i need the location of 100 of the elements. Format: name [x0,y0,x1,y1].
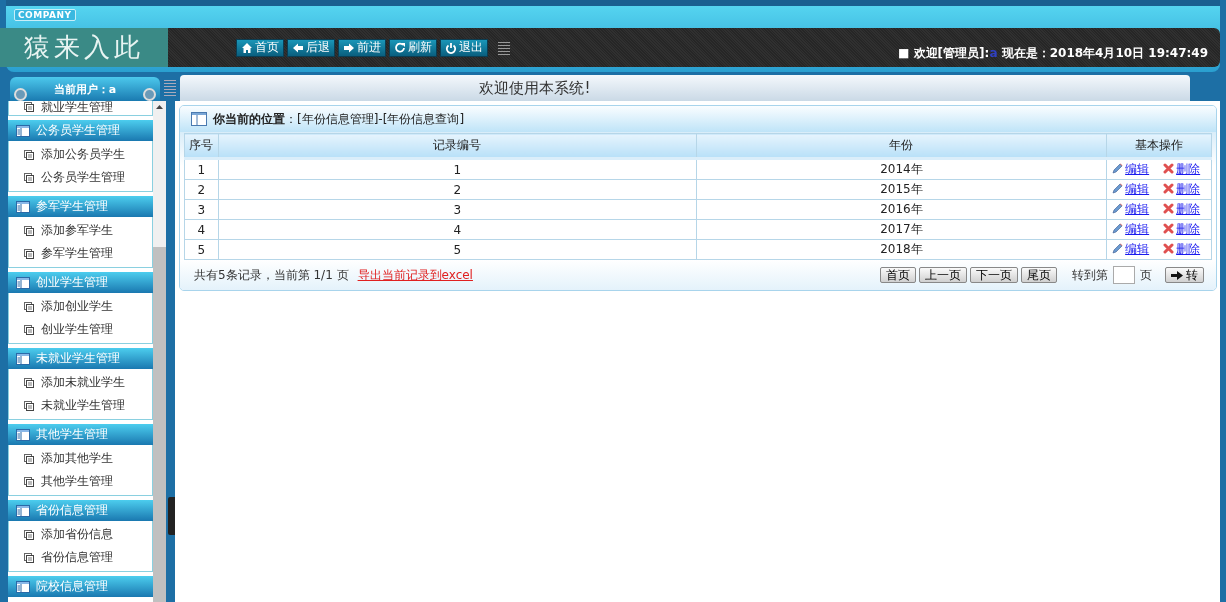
list-icon [16,428,30,441]
page-icon [24,301,34,312]
page-icon [24,377,34,388]
menu-item[interactable]: 公务员学生管理 [9,166,153,189]
pager-button[interactable]: 尾页 [1021,267,1057,283]
company-badge: COMPANY [14,9,76,21]
delete-link[interactable]: 删除 [1176,242,1201,256]
table-cell: 2018年 [696,239,1107,260]
list-icon [16,504,30,517]
menu-item[interactable]: 省份信息管理 [9,546,153,569]
table-cell: 4 [218,219,697,240]
table-cell: 4 [184,219,219,240]
column-header: 记录编号 [218,133,697,159]
page-icon [24,248,34,259]
breadcrumb: 你当前的位置：[年份信息管理]-[年份信息查询] [213,110,465,128]
menu-item[interactable]: 添加参军学生 [9,219,153,242]
arrow-right-icon [1171,270,1183,280]
table-cell: 5 [218,239,697,260]
home-icon [241,41,253,54]
delete-icon [1163,243,1175,254]
column-header: 序号 [184,133,219,159]
page-icon [24,552,34,563]
nav-button[interactable]: 退出 [440,38,488,57]
column-header: 年份 [696,133,1107,159]
page-icon [24,529,34,540]
table-cell: 5 [184,239,219,260]
menu-item[interactable]: 添加未就业学生 [9,371,153,394]
page-icon [24,476,34,487]
table-cell: 2 [184,179,219,200]
table-cell: 1 [184,158,219,180]
table-cell: 2 [218,179,697,200]
pencil-icon [1112,163,1124,174]
table-icon [191,112,207,126]
delete-link[interactable]: 删除 [1176,222,1201,236]
scrollbar[interactable] [153,101,167,602]
nav-button[interactable]: 后退 [287,38,335,57]
menu-item[interactable]: 添加省份信息 [9,523,153,546]
pencil-icon [1112,183,1124,194]
page-icon [24,453,34,464]
nav-button[interactable]: 刷新 [389,38,437,57]
delete-link[interactable]: 删除 [1176,202,1201,216]
arrow-right-icon [343,41,355,54]
edit-link[interactable]: 编辑 [1125,242,1156,256]
list-icon [16,276,30,289]
edit-link[interactable]: 编辑 [1125,202,1156,216]
menu-item[interactable]: 未就业学生管理 [9,394,153,417]
menu-item[interactable]: 创业学生管理 [9,318,153,341]
delete-icon [1163,223,1175,234]
page-input[interactable] [1113,266,1135,284]
delete-link[interactable]: 删除 [1176,182,1201,196]
menu-item[interactable]: 添加公务员学生 [9,143,153,166]
table-cell: 3 [218,199,697,220]
table-cell: 2014年 [696,158,1107,180]
delete-icon [1163,183,1175,194]
goto-label: 转到第 [1072,266,1108,284]
pager-button[interactable]: 首页 [880,267,916,283]
collapse-handle[interactable] [168,497,175,535]
page-unit: 页 [1140,266,1152,284]
refresh-icon [394,41,406,54]
list-icon [16,580,30,593]
welcome-text: ■ 欢迎[管理员]:a 现在是：2018年4月10日 19:47:49 [898,46,1208,60]
menu-item[interactable]: 添加创业学生 [9,295,153,318]
nav-button[interactable]: 首页 [236,38,284,57]
menu-item[interactable]: 参军学生管理 [9,242,153,265]
list-icon [16,352,30,365]
nav-button[interactable]: 前进 [338,38,386,57]
edit-link[interactable]: 编辑 [1125,222,1156,236]
power-icon [445,41,457,54]
page-icon [24,149,34,160]
table-cell: 2016年 [696,199,1107,220]
logo: 猿来入此 [0,28,168,67]
pager-button[interactable]: 下一页 [970,267,1018,283]
pencil-icon [1112,203,1124,214]
delete-link[interactable]: 删除 [1176,162,1201,176]
table-cell: 1 [218,158,697,180]
pencil-icon [1112,243,1124,254]
menu-item[interactable]: 添加其他学生 [9,447,153,470]
menu-item[interactable]: 其他学生管理 [9,470,153,493]
list-icon [16,200,30,213]
list-icon [16,124,30,137]
table-cell: 2017年 [696,219,1107,240]
arrow-left-icon [292,41,304,54]
welcome-banner: 欢迎使用本系统! [180,75,1190,101]
edit-link[interactable]: 编辑 [1125,162,1156,176]
grip-icon [498,40,510,55]
page-icon [24,324,34,335]
table-cell: 3 [184,199,219,220]
page-icon [24,172,34,183]
table-cell: 2015年 [696,179,1107,200]
go-button[interactable]: 转 [1165,267,1204,283]
page-icon [24,225,34,236]
grip-icon [164,79,176,97]
column-header: 基本操作 [1106,133,1212,159]
pencil-icon [1112,223,1124,234]
pager-button[interactable]: 上一页 [919,267,967,283]
record-summary: 共有5条记录，当前第 1/1 页 [194,266,349,284]
delete-icon [1163,203,1175,214]
export-link[interactable]: 导出当前记录到excel [357,266,473,284]
page-icon [24,400,34,411]
edit-link[interactable]: 编辑 [1125,182,1156,196]
